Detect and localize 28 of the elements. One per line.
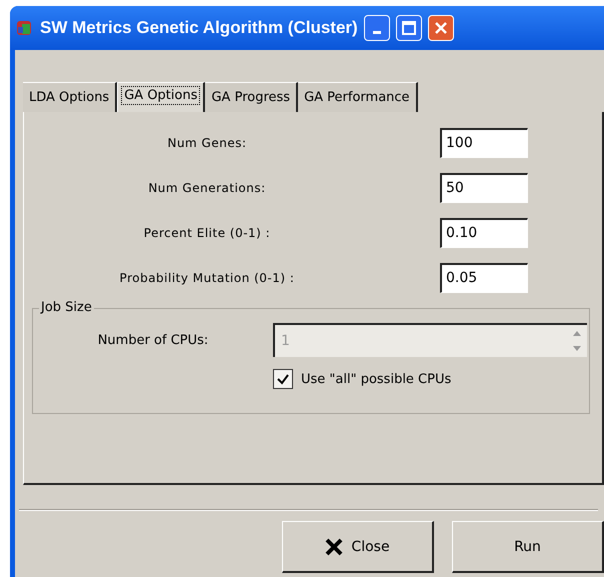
minimize-button[interactable] <box>364 15 390 41</box>
tab[interactable]: GA Options <box>117 82 206 112</box>
field-label: Num Genes: <box>166 136 248 150</box>
app-icon <box>14 18 34 38</box>
tab[interactable]: GA Performance <box>298 82 418 112</box>
input-field[interactable]: 0.05 <box>440 262 528 292</box>
checkbox-label: Use "all" possible CPUs <box>301 372 452 386</box>
field-label: Probability Mutation (0-1) : <box>118 270 296 284</box>
tab[interactable]: GA Progress <box>205 82 298 112</box>
checkbox[interactable] <box>273 369 293 389</box>
maximize-icon <box>402 21 416 35</box>
field-label: Number of CPUs: <box>96 332 210 348</box>
field-label: Percent Elite (0-1) : <box>142 226 272 240</box>
close-window-button[interactable] <box>428 15 454 41</box>
close-icon <box>434 21 448 35</box>
input-field[interactable]: 50 <box>440 172 528 202</box>
group-title: Job Size <box>39 300 94 315</box>
field-label: Num Generations: <box>147 180 267 194</box>
tab[interactable]: LDA Options <box>23 82 118 112</box>
window-title: SW Metrics Genetic Algorithm (Cluster) <box>40 18 358 38</box>
input-field[interactable]: 0.10 <box>440 218 528 248</box>
maximize-button[interactable] <box>396 15 422 41</box>
close-icon <box>325 538 344 556</box>
close-button[interactable]: Close <box>282 521 434 573</box>
input-field[interactable]: 100 <box>440 128 528 158</box>
minimize-icon <box>372 30 381 34</box>
checkmark-icon <box>276 372 290 386</box>
run-button[interactable]: Run <box>452 521 604 573</box>
